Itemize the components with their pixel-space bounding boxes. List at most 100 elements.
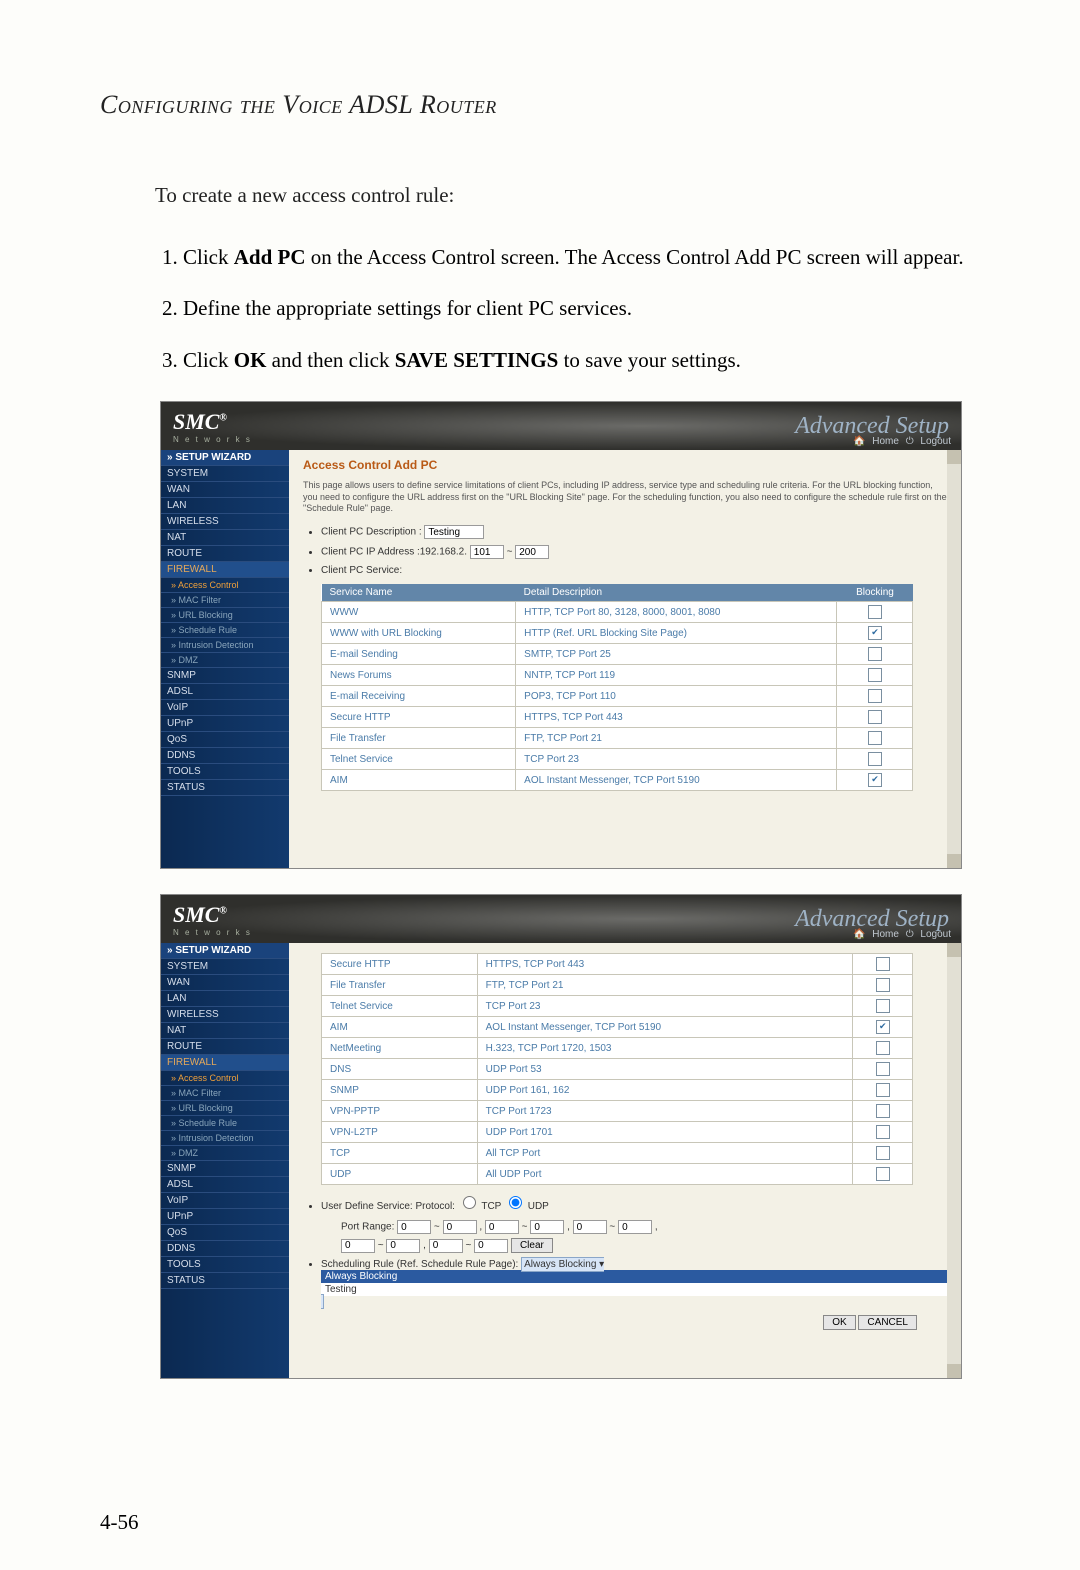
blocking-checkbox[interactable] [876, 978, 890, 992]
port-input[interactable] [530, 1220, 564, 1234]
sidebar-snmp[interactable]: SNMP [161, 1161, 289, 1177]
router-header: SMC® N e t w o r k s Advanced Setup 🏠 Ho… [161, 402, 961, 450]
smc-logo-sub: N e t w o r k s [173, 928, 252, 937]
blocking-checkbox[interactable] [876, 1020, 890, 1034]
blocking-checkbox[interactable] [868, 731, 882, 745]
sidebar-adsl[interactable]: ADSL [161, 1177, 289, 1193]
sidebar-wan[interactable]: WAN [161, 975, 289, 991]
sidebar-system[interactable]: SYSTEM [161, 466, 289, 482]
clear-button[interactable]: Clear [511, 1238, 553, 1253]
sidebar-lan[interactable]: LAN [161, 498, 289, 514]
blocking-cell [837, 770, 913, 791]
port-input[interactable] [474, 1239, 508, 1253]
service-detail-cell: H.323, TCP Port 1720, 1503 [477, 1038, 852, 1059]
sidebar-upnp[interactable]: UPnP [161, 716, 289, 732]
sidebar-wan[interactable]: WAN [161, 482, 289, 498]
logout-link[interactable]: ⏻ Logout [906, 929, 951, 940]
sidebar-route[interactable]: ROUTE [161, 546, 289, 562]
blocking-checkbox[interactable] [876, 957, 890, 971]
sidebar-adsl[interactable]: ADSL [161, 684, 289, 700]
sidebar-tools[interactable]: TOOLS [161, 1257, 289, 1273]
step-3: Click OK and then click SAVE SETTINGS to… [183, 345, 980, 377]
blocking-checkbox[interactable] [876, 1062, 890, 1076]
sidebar-firewall[interactable]: FIREWALL [161, 1055, 289, 1071]
port-input[interactable] [573, 1220, 607, 1234]
ok-button[interactable]: OK [823, 1315, 855, 1330]
scrollbar[interactable] [947, 450, 961, 868]
blocking-checkbox[interactable] [868, 689, 882, 703]
page-number: 4-56 [100, 1510, 139, 1535]
sidebar-nat[interactable]: NAT [161, 1023, 289, 1039]
sidebar-url-blocking[interactable]: » URL Blocking [161, 608, 289, 623]
home-link[interactable]: 🏠 Home [853, 436, 899, 447]
service-name-cell: Telnet Service [322, 996, 478, 1017]
home-link[interactable]: 🏠 Home [853, 929, 899, 940]
port-input[interactable] [618, 1220, 652, 1234]
port-input[interactable] [485, 1220, 519, 1234]
protocol-tcp-radio[interactable] [463, 1196, 476, 1209]
client-pc-desc-input[interactable] [424, 525, 484, 539]
sidebar-access-control[interactable]: » Access Control [161, 578, 289, 593]
sidebar-status[interactable]: STATUS [161, 780, 289, 796]
ip-from-input[interactable] [470, 545, 504, 559]
sidebar-nat[interactable]: NAT [161, 530, 289, 546]
sidebar-voip[interactable]: VoIP [161, 1193, 289, 1209]
sidebar-qos[interactable]: QoS [161, 1225, 289, 1241]
sidebar-ddns[interactable]: DDNS [161, 748, 289, 764]
blocking-checkbox[interactable] [868, 710, 882, 724]
port-input[interactable] [341, 1239, 375, 1253]
port-input[interactable] [397, 1220, 431, 1234]
sidebar-firewall[interactable]: FIREWALL [161, 562, 289, 578]
sidebar-wireless[interactable]: WIRELESS [161, 514, 289, 530]
ip-to-input[interactable] [515, 545, 549, 559]
sidebar-status[interactable]: STATUS [161, 1273, 289, 1289]
table-row: TCPAll TCP Port [322, 1143, 913, 1164]
blocking-checkbox[interactable] [876, 999, 890, 1013]
sidebar-schedule-rule[interactable]: » Schedule Rule [161, 1116, 289, 1131]
blocking-checkbox[interactable] [876, 1125, 890, 1139]
sidebar-mac-filter[interactable]: » MAC Filter [161, 593, 289, 608]
scrollbar[interactable] [947, 943, 961, 1378]
blocking-checkbox[interactable] [868, 626, 882, 640]
port-input[interactable] [443, 1220, 477, 1234]
sidebar-intrusion[interactable]: » Intrusion Detection [161, 1131, 289, 1146]
sidebar-dmz[interactable]: » DMZ [161, 1146, 289, 1161]
logout-link[interactable]: ⏻ Logout [906, 436, 951, 447]
sidebar-ddns[interactable]: DDNS [161, 1241, 289, 1257]
blocking-checkbox[interactable] [876, 1083, 890, 1097]
sidebar-lan[interactable]: LAN [161, 991, 289, 1007]
sidebar-route[interactable]: ROUTE [161, 1039, 289, 1055]
panel-title: Access Control Add PC [303, 458, 947, 472]
protocol-udp-radio[interactable] [509, 1196, 522, 1209]
blocking-checkbox[interactable] [868, 647, 882, 661]
schedule-option[interactable]: Always Blocking [321, 1270, 947, 1283]
sidebar-dmz[interactable]: » DMZ [161, 653, 289, 668]
blocking-checkbox[interactable] [868, 773, 882, 787]
sidebar-tools[interactable]: TOOLS [161, 764, 289, 780]
blocking-checkbox[interactable] [876, 1041, 890, 1055]
port-input[interactable] [386, 1239, 420, 1253]
sidebar-snmp[interactable]: SNMP [161, 668, 289, 684]
sidebar-upnp[interactable]: UPnP [161, 1209, 289, 1225]
blocking-checkbox[interactable] [868, 668, 882, 682]
sidebar-qos[interactable]: QoS [161, 732, 289, 748]
sidebar-mac-filter[interactable]: » MAC Filter [161, 1086, 289, 1101]
sidebar-setup-wizard[interactable]: » SETUP WIZARD [161, 450, 289, 466]
sidebar-schedule-rule[interactable]: » Schedule Rule [161, 623, 289, 638]
blocking-checkbox[interactable] [868, 605, 882, 619]
sidebar-voip[interactable]: VoIP [161, 700, 289, 716]
schedule-option[interactable]: Testing [321, 1283, 947, 1296]
port-input[interactable] [429, 1239, 463, 1253]
sidebar-access-control[interactable]: » Access Control [161, 1071, 289, 1086]
service-detail-cell: UDP Port 161, 162 [477, 1080, 852, 1101]
sidebar-wireless[interactable]: WIRELESS [161, 1007, 289, 1023]
cancel-button[interactable]: CANCEL [858, 1315, 917, 1330]
blocking-checkbox[interactable] [876, 1104, 890, 1118]
sidebar-system[interactable]: SYSTEM [161, 959, 289, 975]
sidebar-intrusion[interactable]: » Intrusion Detection [161, 638, 289, 653]
sidebar-setup-wizard[interactable]: » SETUP WIZARD [161, 943, 289, 959]
sidebar-url-blocking[interactable]: » URL Blocking [161, 1101, 289, 1116]
blocking-checkbox[interactable] [868, 752, 882, 766]
blocking-checkbox[interactable] [876, 1146, 890, 1160]
blocking-checkbox[interactable] [876, 1167, 890, 1181]
